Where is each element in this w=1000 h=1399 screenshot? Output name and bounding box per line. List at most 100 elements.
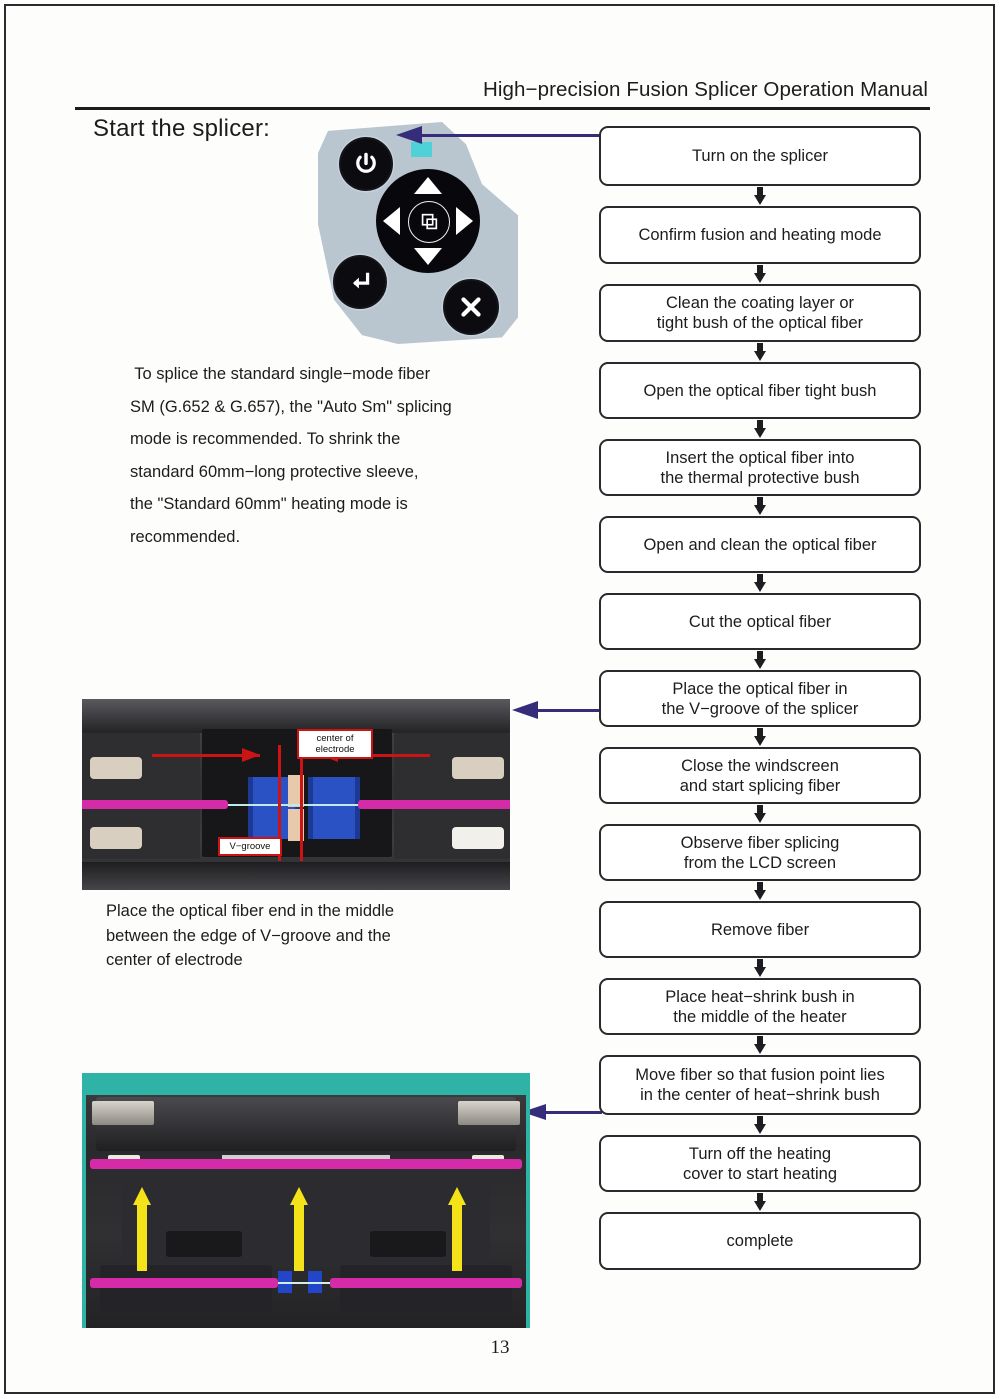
arrow-up-icon[interactable] [414, 177, 442, 194]
intro-line: SM (G.652 & G.657), the "Auto Sm" splici… [130, 397, 452, 416]
arrow-down-icon [754, 187, 766, 205]
arrow-shaft [544, 1111, 602, 1114]
intro-paragraph: To splice the standard single−mode fiber… [130, 358, 555, 553]
arrow-down-icon [754, 728, 766, 746]
flowchart-step-line: the middle of the heater [673, 1007, 847, 1026]
flowchart-step-line: cover to start heating [682, 1164, 838, 1183]
flowchart-step: Close the windscreen and start splicing f… [599, 747, 921, 804]
flowchart-step-box[interactable]: Place the optical fiber in the V−groove o… [599, 670, 921, 727]
arrow-head [754, 736, 766, 746]
arrow-head [754, 967, 766, 977]
close-icon[interactable] [443, 279, 499, 335]
caption-line: center of electrode [106, 951, 243, 969]
flowchart-step-label: Turn on the splicer [692, 146, 828, 166]
flowchart-connector [599, 881, 921, 901]
flowchart-step-line: Open the optical fiber tight bush [643, 381, 877, 400]
arrow-down-icon [754, 959, 766, 977]
flowchart-step-box[interactable]: Cut the optical fiber [599, 593, 921, 650]
page-number: 13 [490, 1337, 510, 1358]
flowchart-step-line: Clean the coating layer or [665, 294, 854, 312]
enter-icon[interactable] [333, 255, 387, 309]
procedure-flowchart: Turn on the splicer Confirm fusion and he… [599, 126, 921, 1270]
flowchart-step-label: Confirm fusion and heating mode [638, 225, 881, 245]
flowchart-step-box[interactable]: Close the windscreen and start splicing f… [599, 747, 921, 804]
flowchart-step-line: Observe fiber splicing [680, 833, 840, 852]
flowchart-step-label: Close the windscreen and start splicing f… [680, 756, 841, 796]
flowchart-step-box[interactable]: Clean the coating layer or tight bush of … [599, 284, 921, 342]
arrow-head [754, 1124, 766, 1134]
page-header: High−precision Fusion Splicer Operation … [75, 78, 930, 110]
flowchart-step-box[interactable]: Open and clean the optical fiber [599, 516, 921, 573]
flowchart-step-box[interactable]: Remove fiber [599, 901, 921, 958]
flowchart-step: Cut the optical fiber [599, 593, 921, 650]
flowchart-step-box[interactable]: Move fiber so that fusion point lies in t… [599, 1055, 921, 1115]
arrow-right-icon[interactable] [456, 207, 473, 235]
magenta-guide-lower-left [90, 1278, 278, 1288]
flowchart-step-box[interactable]: Confirm fusion and heating mode [599, 206, 921, 264]
left-pad-lower [90, 827, 142, 849]
flowchart-step-box[interactable]: Open the optical fiber tight bush [599, 362, 921, 419]
flowchart-step-label: Clean the coating layer or tight bush of … [657, 293, 863, 333]
flowchart-step-line: the V−groove of the splicer [661, 699, 859, 718]
magenta-guide-upper [90, 1159, 522, 1169]
caption-line: between the edge of V−groove and the [106, 926, 391, 945]
arrow-head [754, 582, 766, 592]
left-clamp-block [166, 1231, 242, 1257]
arrow-down-icon [754, 882, 766, 900]
flowchart-step-label: Remove fiber [711, 920, 809, 940]
flowchart-step-box[interactable]: Turn off the heating cover to start heati… [599, 1135, 921, 1192]
arrow-head [754, 505, 766, 515]
flowchart-connector [599, 1115, 921, 1135]
arrow-head [754, 813, 766, 823]
flowchart-step-line: Open and clean the optical fiber [643, 535, 877, 554]
flowchart-step-box[interactable]: Observe fiber splicing from the LCD scree… [599, 824, 921, 881]
flowchart-step-label: Move fiber so that fusion point lies in t… [635, 1065, 884, 1105]
vgroove-caption: Place the optical fiber end in the middl… [106, 899, 521, 973]
arrow-head [754, 351, 766, 361]
arrow-down-icon [754, 651, 766, 669]
flowchart-step: Open and clean the optical fiber [599, 516, 921, 573]
arrow-shaft [294, 1203, 304, 1271]
flowchart-connector [599, 1035, 921, 1055]
right-fiber-clamp [308, 777, 360, 839]
arrow-left-icon[interactable] [383, 207, 400, 235]
bottom-rail [82, 862, 510, 890]
arrow-head [754, 1044, 766, 1054]
right-pad-lower [452, 827, 504, 849]
left-lid-clamp [92, 1101, 154, 1125]
flowchart-step-line: Move fiber so that fusion point lies [635, 1066, 885, 1084]
flowchart-step-line: Cut the optical fiber [688, 612, 832, 631]
left-pad-upper [90, 757, 142, 779]
arrow-down-icon [754, 343, 766, 361]
connector-arrow-to-keypad [396, 126, 601, 146]
flowchart-step-line: the thermal protective bush [660, 468, 860, 487]
power-icon[interactable] [339, 137, 393, 191]
flowchart-connector [599, 727, 921, 747]
header-rule [75, 107, 930, 110]
flowchart-step-line: Remove fiber [710, 920, 810, 939]
flowchart-step-box[interactable]: Insert the optical fiber into the thermal… [599, 439, 921, 496]
flowchart-step-box[interactable]: Place heat−shrink bush in the middle of t… [599, 978, 921, 1035]
flowchart-step-label: Open and clean the optical fiber [644, 535, 877, 555]
connector-arrow-to-heater-photo [522, 1104, 602, 1122]
arrow-down-icon[interactable] [414, 248, 442, 265]
arrow-down-icon [754, 805, 766, 823]
dpad-control[interactable] [376, 169, 480, 273]
magenta-guide-left [82, 800, 228, 809]
flowchart-step-line: complete [726, 1232, 794, 1250]
arrow-head [754, 890, 766, 900]
flowchart-step-box[interactable]: complete [599, 1212, 921, 1270]
caption-line: Place the optical fiber end in the middl… [106, 902, 395, 920]
flowchart-connector [599, 1192, 921, 1212]
menu-icon[interactable] [408, 201, 450, 243]
intro-line: To splice the standard single−mode fiber [130, 365, 431, 383]
flowchart-connector [599, 496, 921, 516]
flowchart-connector [599, 264, 921, 284]
arrow-down-icon [754, 420, 766, 438]
flowchart-step: Turn on the splicer [599, 126, 921, 186]
intro-line: mode is recommended. To shrink the [130, 430, 401, 448]
arrow-down-icon [754, 497, 766, 515]
flowchart-connector [599, 804, 921, 824]
flowchart-step-label: Turn off the heating cover to start heati… [683, 1144, 837, 1184]
flowchart-step-box[interactable]: Turn on the splicer [599, 126, 921, 186]
